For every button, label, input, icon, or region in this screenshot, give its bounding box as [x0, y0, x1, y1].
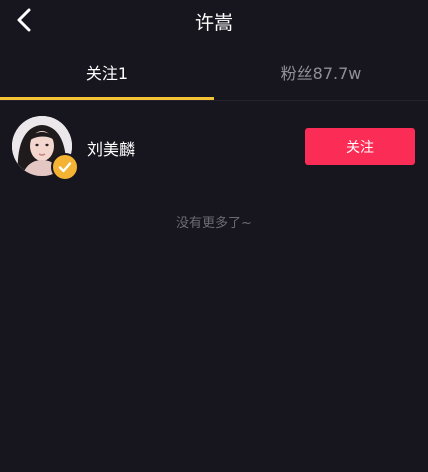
tab-following[interactable]: 关注1 [0, 52, 214, 100]
list-item[interactable]: 刘美麟 关注 [0, 116, 428, 181]
tab-divider [0, 100, 428, 101]
end-of-list-note: 没有更多了~ [176, 216, 252, 231]
follow-button[interactable]: 关注 [305, 128, 415, 165]
username[interactable]: 刘美麟 [87, 136, 135, 160]
tab-followers-label: 粉丝87.7w [280, 64, 362, 83]
page-title: 许嵩 [194, 12, 233, 34]
tab-following-label: 关注1 [85, 64, 129, 83]
tab-followers[interactable]: 粉丝87.7w [214, 52, 428, 100]
header: 许嵩 [0, 0, 428, 44]
tab-bar: 关注1 粉丝87.7w [0, 52, 428, 100]
verified-badge [51, 153, 79, 181]
followers-screen: 许嵩 关注1 粉丝87.7w 刘美麟 关注 没有更多了~ [0, 0, 428, 472]
verified-check-icon [58, 162, 72, 173]
